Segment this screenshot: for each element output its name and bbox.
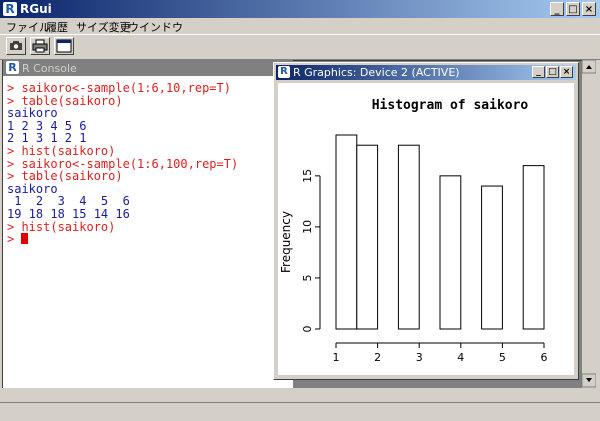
- graphics-close-button[interactable]: ×: [560, 66, 573, 78]
- console-title: R Console: [22, 62, 77, 75]
- console-title-bar[interactable]: R R Console: [3, 60, 293, 76]
- app-title: RGui: [20, 2, 52, 16]
- console-command-line: > hist(saikoro): [7, 219, 116, 234]
- vertical-scrollbar[interactable]: [581, 59, 597, 400]
- histogram-bar: [335, 134, 358, 330]
- toolbar: [0, 34, 600, 60]
- prompt-symbol: >: [7, 232, 22, 247]
- minimize-button[interactable]: _: [550, 2, 564, 16]
- horizontal-scrollbar[interactable]: [2, 388, 582, 400]
- print-button[interactable]: [30, 37, 50, 55]
- r-logo-icon: R: [3, 2, 17, 16]
- menu-resize[interactable]: サイズ変更: [76, 19, 131, 35]
- histogram-bar: [439, 175, 462, 330]
- menu-window[interactable]: ウインドウ: [128, 19, 183, 35]
- scroll-arrows: [581, 59, 597, 388]
- console-output-line: saikoro: [7, 106, 58, 121]
- y-tick-label: 10: [301, 220, 314, 234]
- histogram-chart: Histogram of saikoro123456051015saikoroF…: [279, 98, 548, 394]
- console-command-line: > hist(saikoro): [7, 143, 116, 158]
- x-tick-label: 5: [499, 351, 506, 364]
- graphics-title-bar[interactable]: R R Graphics: Device 2 (ACTIVE) _ □ ×: [276, 65, 576, 80]
- text-cursor: [21, 233, 29, 245]
- graphics-minimize-button[interactable]: _: [532, 66, 545, 78]
- y-axis-label: Frequency: [279, 211, 293, 273]
- open-script-button[interactable]: [6, 37, 26, 55]
- close-button[interactable]: ×: [582, 2, 596, 16]
- console-output[interactable]: > saikoro<-sample(1:6,10,rep=T) > table(s…: [7, 82, 289, 382]
- histogram-bar: [397, 144, 420, 330]
- maximize-button[interactable]: □: [566, 2, 580, 16]
- console-prompt[interactable]: >: [7, 233, 289, 246]
- menu-bar: ファイル 履歴 サイズ変更 ウインドウ: [0, 18, 600, 34]
- console-command-line: > saikoro<-sample(1:6,10,rep=T): [7, 81, 231, 95]
- rgui-window: R RGui _ □ × ファイル 履歴 サイズ変更 ウインドウ R R Con…: [0, 0, 600, 420]
- console-output-line: 19 18 18 15 14 16: [7, 206, 130, 221]
- console-command-line: > table(saikoro): [7, 169, 123, 184]
- x-tick-label: 2: [374, 351, 381, 364]
- graphics-maximize-button[interactable]: □: [546, 66, 559, 78]
- window-icon: [56, 39, 72, 53]
- status-bar: [0, 402, 600, 421]
- y-tick-label: 15: [301, 169, 314, 183]
- histogram-bar: [356, 144, 379, 330]
- menu-file[interactable]: ファイル: [6, 19, 50, 35]
- menu-history[interactable]: 履歴: [46, 19, 68, 35]
- r-logo-icon: R: [6, 61, 19, 74]
- window-button[interactable]: [54, 37, 74, 55]
- open-script-icon: [10, 41, 22, 50]
- y-tick-label: 0: [301, 326, 314, 333]
- console-window[interactable]: R R Console > saikoro<-sample(1:6,10,rep…: [3, 60, 293, 398]
- histogram-bar: [522, 165, 545, 330]
- chart-title: Histogram of saikoro: [372, 98, 529, 113]
- print-icon: [32, 39, 48, 53]
- x-tick-label: 3: [416, 351, 423, 364]
- y-tick-label: 5: [301, 274, 314, 281]
- plot-canvas: Histogram of saikoro123456051015saikoroF…: [278, 83, 574, 394]
- title-bar[interactable]: R RGui _ □ ×: [0, 0, 600, 18]
- x-tick-label: 1: [333, 351, 340, 364]
- x-tick-label: 6: [541, 351, 548, 364]
- r-logo-icon: R: [278, 66, 290, 78]
- graphics-title: R Graphics: Device 2 (ACTIVE): [293, 66, 460, 79]
- histogram-bar: [481, 185, 503, 330]
- graphics-window[interactable]: R R Graphics: Device 2 (ACTIVE) _ □ × Hi…: [273, 62, 579, 394]
- x-tick-label: 4: [457, 351, 464, 364]
